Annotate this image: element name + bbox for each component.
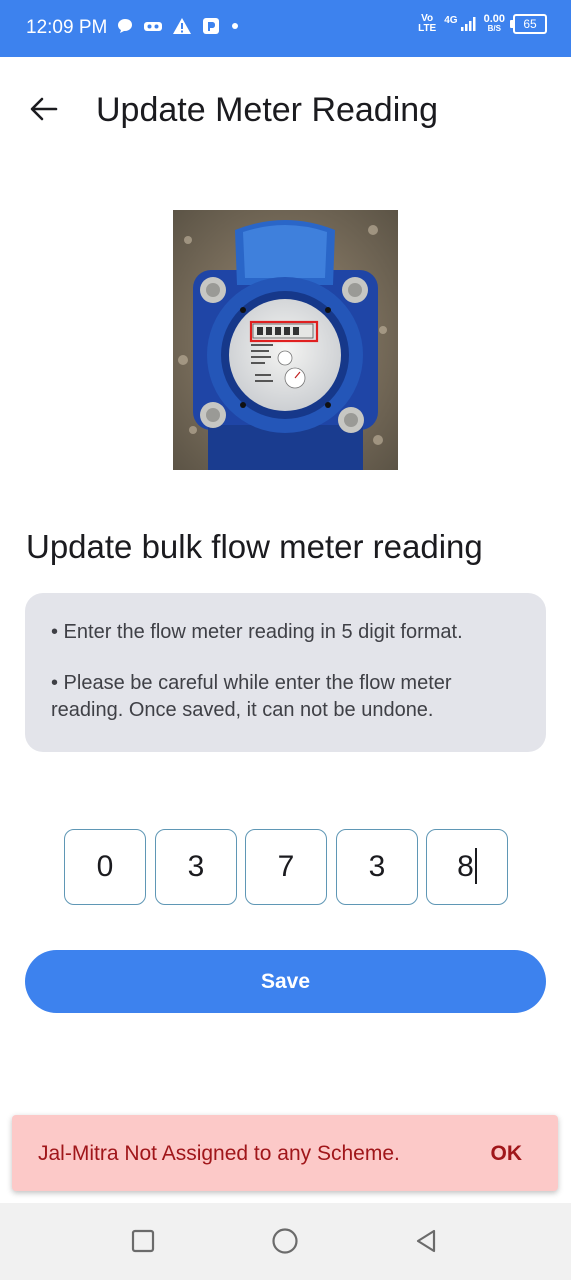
- app-bar: Update Meter Reading: [0, 57, 571, 161]
- error-snackbar: Jal-Mitra Not Assigned to any Scheme. OK: [12, 1115, 558, 1191]
- data-speed: 0.00 B/S: [483, 13, 505, 34]
- status-bar: 12:09 PM Vo LTE 4G 0.00 B/S 65: [0, 0, 571, 57]
- battery-level: 65: [523, 17, 537, 31]
- signal-bars-icon: [460, 17, 476, 31]
- digit-input-3[interactable]: 7: [245, 829, 327, 905]
- square-icon: [131, 1229, 155, 1253]
- chat-bubble-icon: [118, 19, 132, 33]
- instructions-card: • Enter the flow meter reading in 5 digi…: [25, 593, 546, 752]
- digit-input-1[interactable]: 0: [64, 829, 146, 905]
- water-meter-image: [173, 210, 398, 470]
- volte-indicator: Vo LTE: [418, 13, 437, 34]
- infinity-icon: [144, 22, 162, 31]
- status-time: 12:09 PM: [26, 17, 108, 38]
- digit-input-5[interactable]: 8: [426, 829, 508, 905]
- digit-input-2[interactable]: 3: [155, 829, 237, 905]
- snackbar-message: Jal-Mitra Not Assigned to any Scheme.: [38, 1142, 400, 1165]
- status-right-group: Vo LTE 4G 0.00 B/S 65: [418, 14, 547, 34]
- instruction-line-2: • Please be careful while enter the flow…: [51, 672, 452, 721]
- network-type-label: 4G: [444, 15, 458, 26]
- signal-indicator: 4G: [444, 15, 476, 32]
- warning-icon: [173, 18, 191, 34]
- notification-icons: [116, 17, 240, 35]
- dot-icon: [232, 23, 238, 29]
- arrow-left-icon: [30, 97, 58, 121]
- save-button[interactable]: Save: [25, 950, 546, 1013]
- home-button[interactable]: [265, 1221, 305, 1261]
- section-heading: Update bulk flow meter reading: [26, 528, 483, 565]
- app-badge-icon: [203, 18, 219, 34]
- back-nav-button[interactable]: [406, 1221, 446, 1261]
- snackbar-ok-button[interactable]: OK: [491, 1141, 523, 1167]
- page-title: Update Meter Reading: [96, 91, 439, 129]
- back-button[interactable]: [24, 89, 64, 129]
- text-caret: [474, 848, 477, 885]
- meter-reading-input: 0 3 7 3 8: [64, 829, 508, 905]
- meter-photo: [173, 210, 398, 470]
- digit-input-4[interactable]: 3: [336, 829, 418, 905]
- instruction-line-1: • Enter the flow meter reading in 5 digi…: [51, 621, 463, 643]
- battery-icon: 65: [510, 14, 547, 34]
- system-nav-bar: [0, 1203, 571, 1280]
- triangle-back-icon: [416, 1229, 436, 1253]
- circle-icon: [272, 1228, 298, 1254]
- recents-button[interactable]: [123, 1221, 163, 1261]
